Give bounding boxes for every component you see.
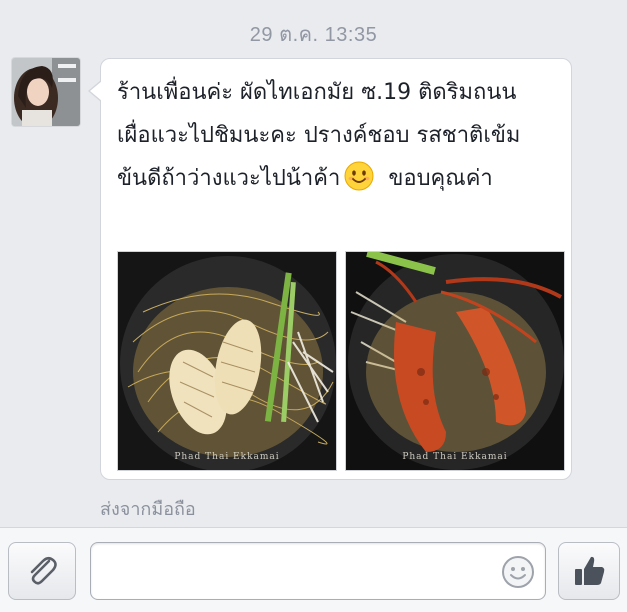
message-line: ข้นดีถ้าว่างแวะไปน้าค้า ขอบคุณค่า xyxy=(117,157,563,200)
bubble-tail-inner xyxy=(90,81,102,101)
prawn-dish-image xyxy=(346,252,564,470)
message-line: ร้านเพื่อนค่ะ ผัดไทเอกมัย ซ.19 ติดริมถนน xyxy=(117,80,517,105)
sent-from-mobile-label: ส่งจากมือถือ xyxy=(100,499,196,520)
message-text: ร้านเพื่อนค่ะ ผัดไทเอกมัย ซ.19 ติดริมถนน… xyxy=(117,71,563,200)
photo-squid[interactable]: Phad Thai Ekkamai xyxy=(117,251,337,471)
message-line: เผื่อแวะไปชิมนะคะ ปรางค์ชอบ รสชาติเข้ม xyxy=(117,123,521,148)
message-line-part: ขอบคุณค่า xyxy=(388,166,493,191)
photo-caption: Phad Thai Ekkamai xyxy=(402,452,508,462)
smiley-icon[interactable] xyxy=(501,555,535,589)
message-line-part: ข้นดีถ้าว่างแวะไปน้าค้า xyxy=(117,166,341,191)
message-input[interactable] xyxy=(90,542,546,600)
timestamp: 29 ต.ค. 13:35 xyxy=(249,24,378,46)
message-bubble[interactable]: ร้านเพื่อนค่ะ ผัดไทเอกมัย ซ.19 ติดริมถนน… xyxy=(100,58,572,480)
avatar-photo xyxy=(12,58,80,126)
thumbs-up-icon xyxy=(575,556,605,585)
like-button[interactable] xyxy=(558,542,620,600)
photo-caption: Phad Thai Ekkamai xyxy=(174,452,280,462)
paperclip-icon xyxy=(30,556,57,585)
sender-avatar[interactable] xyxy=(12,58,80,126)
squid-dish-image xyxy=(118,252,336,470)
smiling-face-icon xyxy=(344,161,374,191)
message-composer xyxy=(0,527,627,612)
attach-button[interactable] xyxy=(8,542,76,600)
photo-prawns[interactable]: Phad Thai Ekkamai xyxy=(345,251,565,471)
